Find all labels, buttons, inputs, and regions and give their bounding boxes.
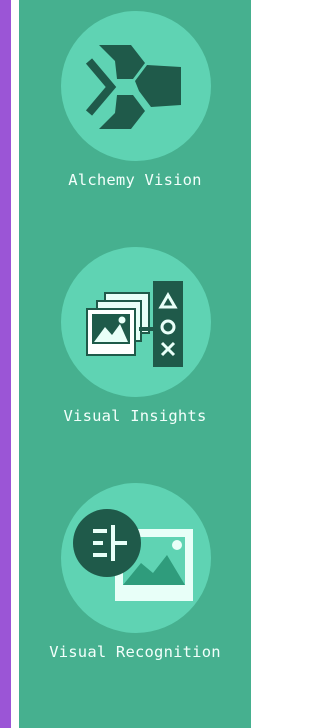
- divider: [11, 0, 19, 728]
- service-label: Visual Recognition: [49, 643, 221, 661]
- sidebar-accent-bar: [0, 0, 11, 728]
- services-panel: Alchemy Vision Visual Insights Visual Re…: [19, 0, 251, 728]
- service-icon-circle: [61, 483, 211, 633]
- visual-recognition-icon: [73, 509, 193, 601]
- visual-insights-icon: [86, 281, 183, 367]
- service-icon-circle: [61, 247, 211, 397]
- service-icon-circle: [61, 11, 211, 161]
- alchemy-vision-icon: [85, 45, 181, 129]
- service-label: Visual Insights: [63, 407, 207, 425]
- service-label: Alchemy Vision: [68, 171, 202, 189]
